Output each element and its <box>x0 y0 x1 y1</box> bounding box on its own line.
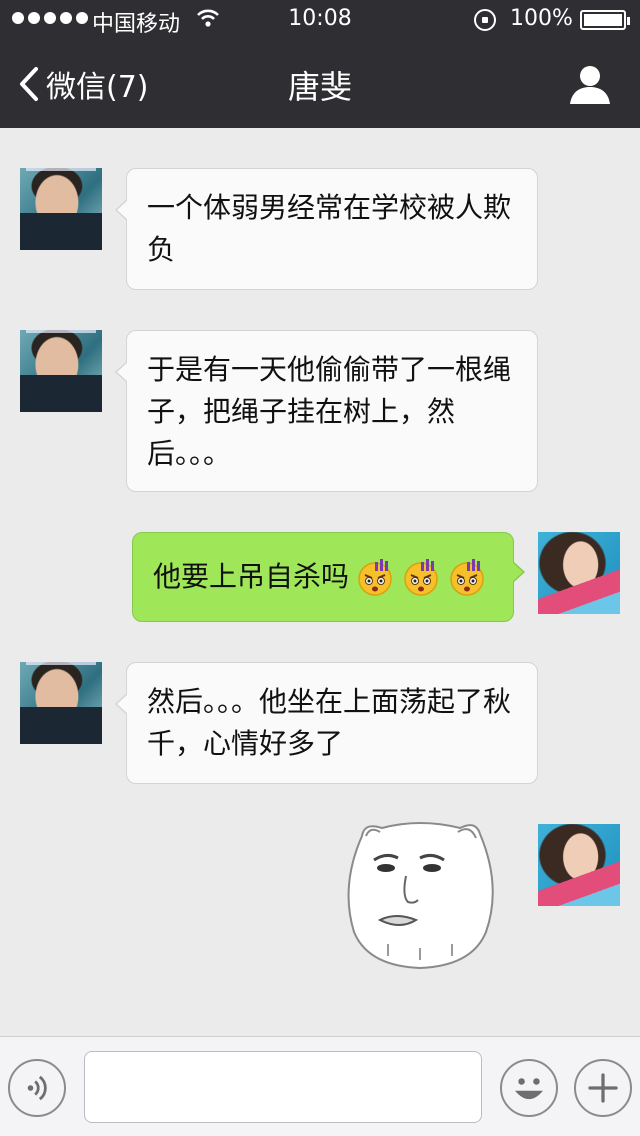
message-input[interactable] <box>84 1051 482 1123</box>
message-text: 然后。。。他坐在上面荡起了秋千，心情好多了 <box>147 685 512 760</box>
angry-face-emoji <box>450 559 484 596</box>
contact-avatar[interactable] <box>20 662 102 744</box>
chat-screen: 中国移动 10:08 100% 微信(7) 唐斐 一个体弱男经常在学校被人欺负 … <box>0 0 640 1136</box>
message-bubble-incoming[interactable]: 于是有一天他偷偷带了一根绳子，把绳子挂在树上，然后。。。 <box>115 330 538 492</box>
angry-face-emoji <box>358 559 392 596</box>
chat-title: 唐斐 <box>287 68 352 106</box>
battery-percent: 100% <box>510 6 573 31</box>
message-text: 他要上吊自杀吗 <box>153 560 350 593</box>
message-text: 于是有一天他偷偷带了一根绳子，把绳子挂在树上，然后。。。 <box>147 353 512 470</box>
input-bar <box>0 1036 640 1136</box>
status-bar: 中国移动 10:08 100% <box>0 0 640 40</box>
my-avatar[interactable] <box>538 532 620 614</box>
voice-icon[interactable] <box>8 1059 66 1117</box>
contact-avatar[interactable] <box>20 168 102 250</box>
contact-avatar[interactable] <box>20 330 102 412</box>
battery-icon <box>580 10 630 30</box>
rotation-lock-icon <box>474 9 496 31</box>
message-bubble-incoming[interactable]: 一个体弱男经常在学校被人欺负 <box>115 168 538 290</box>
message-bubble-outgoing[interactable]: 他要上吊自杀吗 <box>132 532 525 622</box>
cat-face-sticker[interactable] <box>336 816 504 972</box>
person-icon[interactable] <box>568 62 612 106</box>
top-bar: 中国移动 10:08 100% 微信(7) 唐斐 <box>0 0 640 128</box>
angry-face-emoji <box>404 559 438 596</box>
nav-bar: 微信(7) 唐斐 <box>0 40 640 128</box>
smiley-icon[interactable] <box>500 1059 558 1117</box>
message-text: 一个体弱男经常在学校被人欺负 <box>147 191 512 266</box>
plus-icon[interactable] <box>574 1059 632 1117</box>
message-bubble-incoming[interactable]: 然后。。。他坐在上面荡起了秋千，心情好多了 <box>115 662 538 784</box>
my-avatar[interactable] <box>538 824 620 906</box>
